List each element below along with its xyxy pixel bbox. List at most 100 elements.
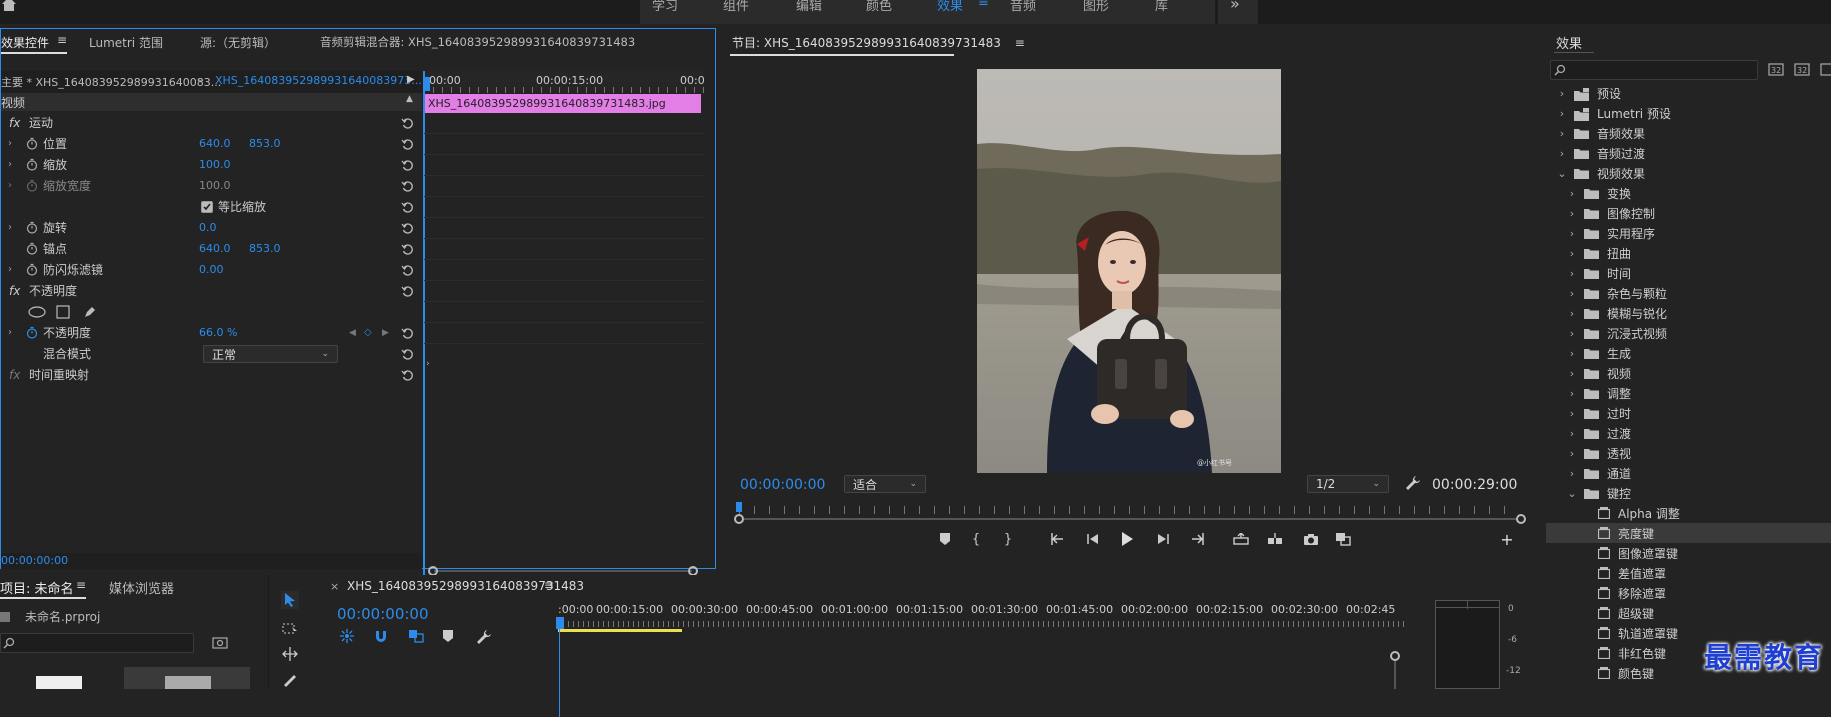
chevron-right-icon[interactable]: › <box>1566 447 1578 460</box>
effects-tree-item[interactable]: › 实用程序 <box>1546 223 1831 243</box>
project-menu-icon[interactable]: ≡ <box>76 578 86 592</box>
fx-badge[interactable]: fx <box>9 116 20 130</box>
chevron-right-icon[interactable]: › <box>1566 267 1578 280</box>
reset-icon[interactable] <box>401 285 415 299</box>
snap-icon[interactable] <box>374 629 388 643</box>
tab-effects[interactable]: 效果 <box>937 0 963 14</box>
program-video-frame[interactable]: @小红书号 <box>977 69 1281 473</box>
expand-chevron-icon[interactable]: › <box>8 327 12 338</box>
effects-tree-item[interactable]: › 音频过渡 <box>1546 143 1831 163</box>
chevron-right-icon[interactable]: › <box>1556 87 1568 100</box>
timeline-ruler[interactable]: :00:00 00:00:15:00 00:00:30:00 00:00:45:00 0… <box>556 599 1404 717</box>
effects-tree-item[interactable]: 亮度键 <box>1546 523 1831 543</box>
reset-icon[interactable] <box>401 327 415 341</box>
stopwatch-icon[interactable] <box>26 221 38 234</box>
effects-tree-item[interactable]: Alpha 调整 <box>1546 503 1831 523</box>
effect-controls-timecode[interactable]: 00:00:00:00 <box>1 554 68 567</box>
antiflicker-value[interactable]: 0.00 <box>199 263 224 276</box>
chevron-right-icon[interactable]: › <box>1556 127 1568 140</box>
chevron-right-icon[interactable]: › <box>1566 407 1578 420</box>
reset-icon[interactable] <box>401 222 415 236</box>
razor-tool-icon[interactable] <box>281 671 299 689</box>
tab-audio-clip-mixer[interactable]: 音频剪辑混合器: XHS_164083952989931640839731483 <box>320 34 635 50</box>
row-time-remap[interactable]: fx 时间重映射 <box>1 364 422 385</box>
track-select-tool-icon[interactable] <box>281 619 299 637</box>
mini-keyframe-marker[interactable]: › <box>426 359 430 369</box>
chevron-right-icon[interactable]: › <box>1566 287 1578 300</box>
stopwatch-icon[interactable] <box>26 242 38 255</box>
chevron-right-icon[interactable]: › <box>1566 247 1578 260</box>
reset-icon[interactable] <box>401 117 415 131</box>
effects-tree-item[interactable]: › 杂色与颗粒 <box>1546 283 1831 303</box>
32bit-effects-icon[interactable]: 32 <box>1794 62 1810 76</box>
effects-tree-item[interactable]: › 过时 <box>1546 403 1831 423</box>
chevron-down-icon[interactable]: ⌄ <box>1566 487 1578 500</box>
tab-editing[interactable]: 编辑 <box>796 0 822 14</box>
tab-assembly[interactable]: 组件 <box>723 0 749 14</box>
export-frame-icon[interactable] <box>1302 530 1320 548</box>
tab-learn[interactable]: 学习 <box>652 0 678 14</box>
scale-value[interactable]: 100.0 <box>199 158 231 171</box>
tab-graphics[interactable]: 图形 <box>1083 0 1109 14</box>
play-only-audio-icon[interactable]: ▶ <box>407 74 415 85</box>
step-back-icon[interactable] <box>1084 530 1102 548</box>
effects-tree-item[interactable]: › 生成 <box>1546 343 1831 363</box>
effects-tree-item[interactable]: › 时间 <box>1546 263 1831 283</box>
effects-tree-item[interactable]: › 视频 <box>1546 363 1831 383</box>
effects-tree-item[interactable]: 移除遮罩 <box>1546 583 1831 603</box>
reset-icon[interactable] <box>401 159 415 173</box>
tab-source[interactable]: 源:（无剪辑） <box>200 34 276 51</box>
effects-tree-item[interactable]: ⌄ 视频效果 <box>1546 163 1831 183</box>
work-area-bar[interactable] <box>558 629 682 632</box>
add-marker-icon[interactable] <box>443 630 453 642</box>
reset-icon[interactable] <box>401 180 415 194</box>
stopwatch-icon[interactable] <box>26 137 38 150</box>
tab-lumetri-scopes[interactable]: Lumetri 范围 <box>89 34 163 51</box>
chevron-right-icon[interactable]: › <box>1566 327 1578 340</box>
fit-dropdown[interactable]: 适合 ⌄ <box>844 475 926 493</box>
chevron-right-icon[interactable]: › <box>1566 307 1578 320</box>
effects-tree-item[interactable]: › 通道 <box>1546 463 1831 483</box>
lift-icon[interactable] <box>1232 530 1250 548</box>
rotation-value[interactable]: 0.0 <box>199 221 217 234</box>
chevron-right-icon[interactable]: › <box>1566 187 1578 200</box>
effects-tree-item[interactable]: › 沉浸式视频 <box>1546 323 1831 343</box>
accelerated-effects-icon[interactable]: 32 <box>1768 62 1784 76</box>
row-opacity-group[interactable]: fx 不透明度 <box>1 280 422 301</box>
ripple-edit-tool-icon[interactable] <box>281 645 299 663</box>
effects-tree-item[interactable]: › 扭曲 <box>1546 243 1831 263</box>
timeline-vscroll[interactable] <box>1394 661 1396 689</box>
insert-sequence-icon[interactable] <box>340 629 354 643</box>
play-icon[interactable] <box>1118 530 1136 548</box>
go-to-in-icon[interactable] <box>1049 530 1067 548</box>
chevron-right-icon[interactable]: › <box>1556 147 1568 160</box>
effects-tree-item[interactable]: › 模糊与锐化 <box>1546 303 1831 323</box>
mark-out-icon[interactable]: } <box>999 530 1017 548</box>
prev-keyframe-icon[interactable]: ◀ <box>349 328 356 338</box>
timeline-settings-icon[interactable] <box>476 629 492 645</box>
chevron-right-icon[interactable]: › <box>1566 387 1578 400</box>
reset-icon[interactable] <box>401 243 415 257</box>
chevron-down-icon[interactable]: ⌄ <box>1556 167 1568 180</box>
add-marker-icon[interactable] <box>936 530 954 548</box>
effects-tree-item[interactable]: 超级键 <box>1546 603 1831 623</box>
effects-tree-item[interactable]: 图像遮罩键 <box>1546 543 1831 563</box>
effects-tree-item[interactable]: ⌄ 键控 <box>1546 483 1831 503</box>
uniform-scale-checkbox[interactable] <box>201 201 213 213</box>
go-to-out-icon[interactable] <box>1188 530 1206 548</box>
mini-ruler[interactable]: 00:00 00:00:15:00 00:0 <box>424 71 705 93</box>
wrench-icon[interactable] <box>1405 475 1421 491</box>
scrubber-handle-right[interactable] <box>1516 514 1526 524</box>
tab-media-browser[interactable]: 媒体浏览器 <box>109 578 174 597</box>
chevron-right-icon[interactable]: › <box>1566 467 1578 480</box>
chevron-right-icon[interactable]: › <box>1566 227 1578 240</box>
close-sequence-icon[interactable]: × <box>330 580 339 593</box>
comparison-view-icon[interactable] <box>1334 530 1352 548</box>
linked-selection-icon[interactable] <box>408 629 424 643</box>
chevron-right-icon[interactable]: › <box>1566 207 1578 220</box>
tab-color[interactable]: 颜色 <box>866 0 892 14</box>
home-icon[interactable] <box>0 0 18 12</box>
effects-tree-item[interactable]: 差值遮罩 <box>1546 563 1831 583</box>
reset-icon[interactable] <box>401 369 415 383</box>
position-x-value[interactable]: 640.0 <box>199 137 231 150</box>
